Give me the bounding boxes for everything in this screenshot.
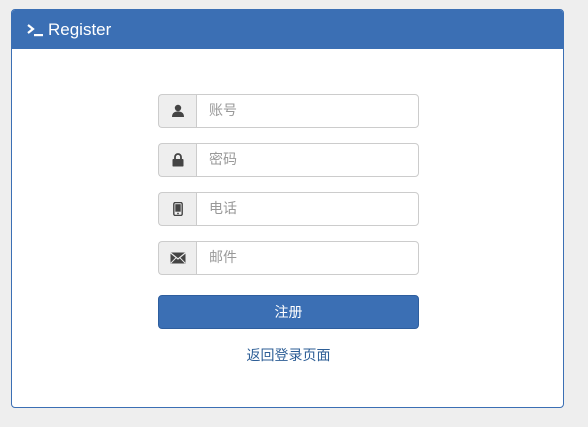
lock-icon bbox=[158, 143, 196, 177]
account-input[interactable] bbox=[196, 94, 419, 128]
password-input-group bbox=[158, 143, 419, 177]
phone-input-group bbox=[158, 192, 419, 226]
terminal-icon bbox=[26, 22, 44, 38]
panel-heading: Register bbox=[12, 10, 563, 49]
register-panel: Register 账号 电话 邮件 注册 返回登录页面 bbox=[11, 9, 564, 408]
password-input[interactable] bbox=[196, 143, 419, 177]
email-input-group bbox=[158, 241, 419, 275]
email-input[interactable] bbox=[196, 241, 419, 275]
panel-title: Register bbox=[48, 19, 112, 39]
register-button[interactable]: 注册 bbox=[158, 295, 419, 329]
envelope-icon bbox=[158, 241, 196, 275]
phone-input[interactable] bbox=[196, 192, 419, 226]
phone-icon bbox=[158, 192, 196, 226]
account-input-group bbox=[158, 94, 419, 128]
register-form: 注册 返回登录页面 bbox=[158, 94, 419, 365]
user-icon bbox=[158, 94, 196, 128]
back-to-login-link[interactable]: 返回登录页面 bbox=[158, 345, 419, 365]
